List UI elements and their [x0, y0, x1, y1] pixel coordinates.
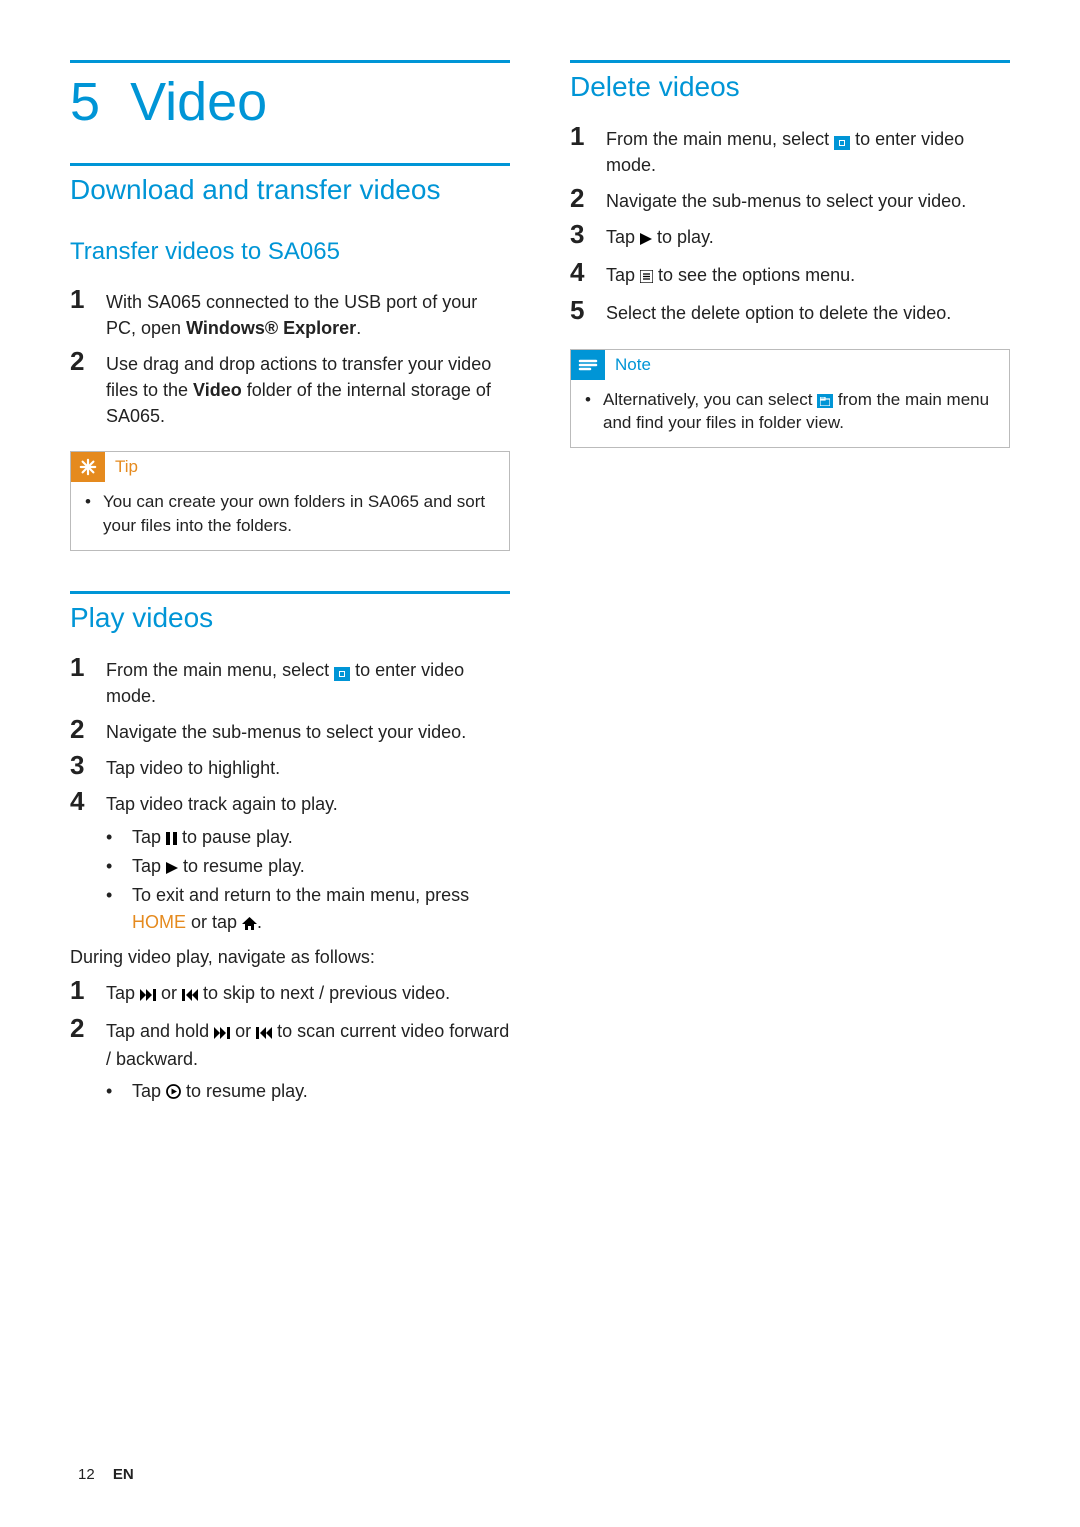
step-text: Tap video to highlight. — [106, 755, 510, 781]
step-text: With SA065 connected to the USB port of … — [106, 289, 510, 341]
next-icon — [140, 982, 156, 1008]
chapter-title: 5 Video — [70, 71, 510, 133]
step-number: 5 — [570, 296, 606, 325]
page-number: 12 — [78, 1466, 95, 1483]
sub-item: To exit and return to the main menu, pre… — [132, 882, 510, 938]
step-text: From the main menu, select to enter vide… — [606, 126, 1010, 178]
step-number: 3 — [70, 751, 106, 780]
sub-item: Tap to resume play. — [132, 853, 305, 882]
folder-icon — [817, 394, 833, 408]
step-number: 1 — [70, 285, 106, 314]
pause-icon — [166, 826, 177, 853]
step-number: 1 — [70, 976, 106, 1005]
heading-download-transfer: Download and transfer videos — [70, 172, 510, 207]
note-callout: Note •Alternatively, you can select from… — [570, 349, 1010, 449]
step-number: 2 — [570, 184, 606, 213]
sub-item: Tap to pause play. — [132, 824, 293, 853]
play-circle-icon — [166, 1080, 181, 1107]
step-text: Select the delete option to delete the v… — [606, 300, 1010, 326]
step-number: 2 — [70, 715, 106, 744]
step-text: Use drag and drop actions to transfer yo… — [106, 351, 510, 429]
transfer-steps-list: 1 With SA065 connected to the USB port o… — [70, 285, 510, 429]
step-number: 4 — [570, 258, 606, 287]
play-steps-list: 1 From the main menu, select to enter vi… — [70, 653, 510, 817]
play-sub-list: •Tap to pause play. •Tap to resume play.… — [70, 824, 510, 938]
asterisk-icon — [71, 452, 105, 482]
during-sub-list: •Tap to resume play. — [70, 1078, 510, 1107]
step-number: 1 — [70, 653, 106, 682]
tip-label: Tip — [115, 457, 138, 477]
heading-delete-videos: Delete videos — [570, 69, 1010, 104]
note-label: Note — [615, 355, 651, 375]
language-code: EN — [113, 1466, 134, 1483]
sub-item: Tap to resume play. — [132, 1078, 308, 1107]
heading-play-videos: Play videos — [70, 600, 510, 635]
during-steps-list: 1 Tap or to skip to next / previous vide… — [70, 976, 510, 1072]
step-text: Tap or to skip to next / previous video. — [106, 980, 510, 1008]
video-mode-icon — [334, 667, 350, 681]
home-icon — [242, 911, 257, 938]
step-number: 1 — [570, 122, 606, 151]
step-number: 2 — [70, 347, 106, 376]
step-text: Tap to see the options menu. — [606, 262, 1010, 290]
note-icon — [571, 350, 605, 380]
tip-callout: Tip •You can create your own folders in … — [70, 451, 510, 551]
play-icon — [640, 226, 652, 252]
step-text: Tap to play. — [606, 224, 1010, 252]
play-icon — [166, 855, 178, 882]
options-icon — [640, 264, 653, 290]
during-play-label: During video play, navigate as follows: — [70, 944, 510, 970]
prev-icon — [256, 1020, 272, 1046]
delete-steps-list: 1 From the main menu, select to enter vi… — [570, 122, 1010, 327]
step-text: Tap video track again to play. — [106, 791, 510, 817]
step-text: From the main menu, select to enter vide… — [106, 657, 510, 709]
step-number: 3 — [570, 220, 606, 249]
heading-transfer-sa065: Transfer videos to SA065 — [70, 237, 510, 267]
step-number: 2 — [70, 1014, 106, 1043]
step-number: 4 — [70, 787, 106, 816]
step-text: Tap and hold or to scan current video fo… — [106, 1018, 510, 1072]
video-mode-icon — [834, 136, 850, 150]
note-text: Alternatively, you can select from the m… — [603, 388, 995, 436]
prev-icon — [182, 982, 198, 1008]
step-text: Navigate the sub-menus to select your vi… — [606, 188, 1010, 214]
tip-text: You can create your own folders in SA065… — [103, 490, 495, 538]
next-icon — [214, 1020, 230, 1046]
page-footer: 12 EN — [78, 1466, 134, 1483]
step-text: Navigate the sub-menus to select your vi… — [106, 719, 510, 745]
